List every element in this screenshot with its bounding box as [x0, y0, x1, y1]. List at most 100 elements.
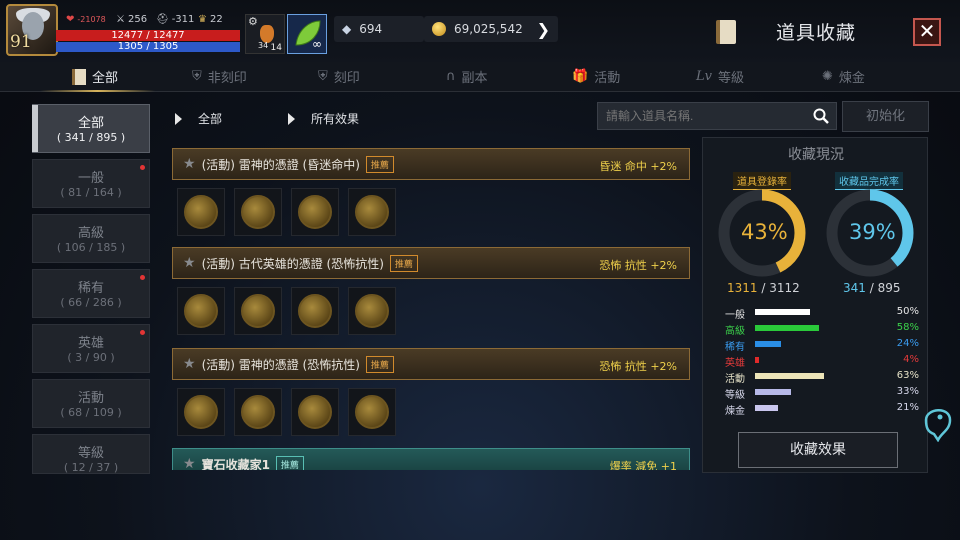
- item-slot[interactable]: [291, 388, 339, 436]
- item-slot[interactable]: [348, 188, 396, 236]
- completion-fraction: 341 / 895: [843, 281, 900, 295]
- sidebar-item-level[interactable]: 等級 ( 12 / 37 ): [32, 434, 150, 474]
- sidebar-item-hero[interactable]: 英雄 ( 3 / 90 ): [32, 324, 150, 373]
- stat-attack-value: 256: [127, 14, 148, 25]
- gear-icon: ⚙: [248, 15, 258, 28]
- item-slot[interactable]: [177, 388, 225, 436]
- registration-percent: 43%: [741, 220, 788, 244]
- category-filter[interactable]: 全部: [175, 110, 222, 127]
- tab-dungeon-label: 副本: [461, 71, 488, 86]
- chevron-right-icon[interactable]: ❯: [537, 20, 550, 39]
- sidebar-item-label: 全部: [77, 116, 104, 131]
- grade-track: [755, 325, 865, 331]
- book-icon: [72, 68, 86, 85]
- alchemy-icon: ✺: [822, 69, 833, 84]
- stat-defense-value: -311: [171, 14, 195, 25]
- item-header: ★ 寶石收藏家1 推薦 爆率 減免 +1: [172, 448, 690, 470]
- tab-dungeon[interactable]: ∩ 副本: [446, 67, 488, 86]
- sidebar-item-advanced[interactable]: 高級 ( 106 / 185 ): [32, 214, 150, 263]
- registration-total: / 3112: [757, 281, 800, 295]
- infinity-badge: ∞: [312, 37, 322, 51]
- tab-non-engraved[interactable]: ⛨ 非刻印: [192, 67, 247, 86]
- sidebar-item-normal[interactable]: 一般 ( 81 / 164 ): [32, 159, 150, 208]
- item-slot[interactable]: [291, 188, 339, 236]
- item-slot[interactable]: [177, 188, 225, 236]
- tab-engraved[interactable]: ⛨ 刻印: [318, 67, 360, 86]
- effect-filter[interactable]: 所有效果: [288, 110, 359, 127]
- list-item[interactable]: ★ (活動) 雷神的憑證 (恐怖抗性) 推薦 恐怖 抗性 +2%: [172, 348, 690, 436]
- grade-percent: 50%: [896, 306, 919, 317]
- close-button[interactable]: ✕: [913, 18, 941, 46]
- gem-currency: ◆ 694: [334, 16, 424, 42]
- sidebar-item-rare[interactable]: 稀有 ( 66 / 286 ): [32, 269, 150, 318]
- search-icon[interactable]: [813, 108, 829, 124]
- top-status-bar: 91 ❤ -21078 ⚔ 256 ⛑ -311 ♛ 22 12477 / 12…: [0, 0, 960, 62]
- grade-label: 稀有: [725, 342, 745, 353]
- item-slot[interactable]: [348, 287, 396, 335]
- tab-event[interactable]: 🎁 活動: [572, 67, 620, 86]
- coin-icon: [355, 195, 389, 229]
- grade-fill: [755, 309, 810, 315]
- grade-fill: [755, 325, 819, 331]
- list-item[interactable]: ★ (活動) 古代英雄的憑證 (恐怖抗性) 推薦 恐怖 抗性 +2%: [172, 247, 690, 335]
- book-icon: [716, 20, 736, 44]
- tab-level-label: 等級: [717, 71, 744, 86]
- list-item[interactable]: ★ (活動) 雷神的憑證 (昏迷命中) 推薦 昏迷 命中 +2%: [172, 148, 690, 236]
- no-engrave-icon: ⛨: [192, 69, 202, 84]
- recommend-badge: 推薦: [365, 355, 394, 373]
- completion-total: / 895: [865, 281, 901, 295]
- coin-icon: [298, 395, 332, 429]
- star-icon[interactable]: ★: [183, 255, 196, 271]
- effect-filter-label: 所有效果: [311, 112, 360, 126]
- sidebar-item-all[interactable]: 全部 ( 341 / 895 ): [32, 104, 150, 153]
- item-slot[interactable]: [291, 287, 339, 335]
- sidebar-item-label: 活動: [77, 391, 104, 406]
- potion-slot[interactable]: ⚙ 34 14: [245, 14, 285, 54]
- play-arrow-icon: [288, 112, 295, 125]
- gem-amount: 694: [359, 22, 383, 36]
- grade-row: 一般 50%: [725, 304, 921, 321]
- coin-icon: [298, 294, 332, 328]
- coin-icon: [241, 195, 275, 229]
- gem-icon: ◆: [342, 22, 352, 36]
- grade-label: 英雄: [725, 358, 745, 369]
- grade-label: 高級: [725, 326, 745, 337]
- item-slots: [172, 279, 690, 335]
- item-slot[interactable]: [234, 287, 282, 335]
- sidebar-item-label: 稀有: [77, 281, 104, 296]
- item-name: (活動) 雷神的憑證 (昏迷命中): [201, 157, 360, 172]
- item-slot[interactable]: [234, 188, 282, 236]
- tab-all[interactable]: 全部: [72, 67, 118, 86]
- reset-button[interactable]: 初始化: [842, 101, 929, 132]
- tab-alchemy[interactable]: ✺ 煉金: [822, 67, 865, 86]
- grade-percent: 4%: [903, 354, 919, 365]
- item-slot[interactable]: [234, 388, 282, 436]
- item-effect: 恐怖 抗性 +2%: [599, 360, 677, 373]
- item-slot[interactable]: [177, 287, 225, 335]
- star-icon[interactable]: ★: [183, 156, 196, 172]
- recommend-badge: 推薦: [389, 254, 418, 272]
- coin-icon: [355, 395, 389, 429]
- tab-level[interactable]: Lv 等級: [696, 67, 744, 86]
- search-input[interactable]: [597, 102, 837, 130]
- tab-all-label: 全部: [92, 71, 119, 86]
- coin-icon: [298, 195, 332, 229]
- item-effect: 爆率 減免 +1: [609, 460, 677, 470]
- hp-bar: 12477 / 12477: [56, 30, 240, 41]
- dragon-mascot-icon[interactable]: [920, 400, 956, 442]
- grade-track: [755, 309, 865, 315]
- buff-slot[interactable]: ∞: [287, 14, 327, 54]
- sidebar-item-event[interactable]: 活動 ( 68 / 109 ): [32, 379, 150, 428]
- star-icon[interactable]: ★: [183, 456, 196, 470]
- grade-fill: [755, 373, 825, 379]
- collection-effect-button[interactable]: 收藏效果: [738, 432, 898, 468]
- item-slot[interactable]: [348, 388, 396, 436]
- stat-power-value: -21078: [77, 15, 106, 24]
- coin-icon: [241, 294, 275, 328]
- star-icon[interactable]: ★: [183, 356, 196, 372]
- grade-fill: [755, 341, 782, 347]
- gold-currency: 69,025,542 ❯: [424, 16, 558, 42]
- list-item[interactable]: ★ 寶石收藏家1 推薦 爆率 減免 +1: [172, 448, 690, 470]
- grade-percent: 24%: [896, 338, 919, 349]
- sidebar-item-count: ( 12 / 37 ): [63, 461, 119, 474]
